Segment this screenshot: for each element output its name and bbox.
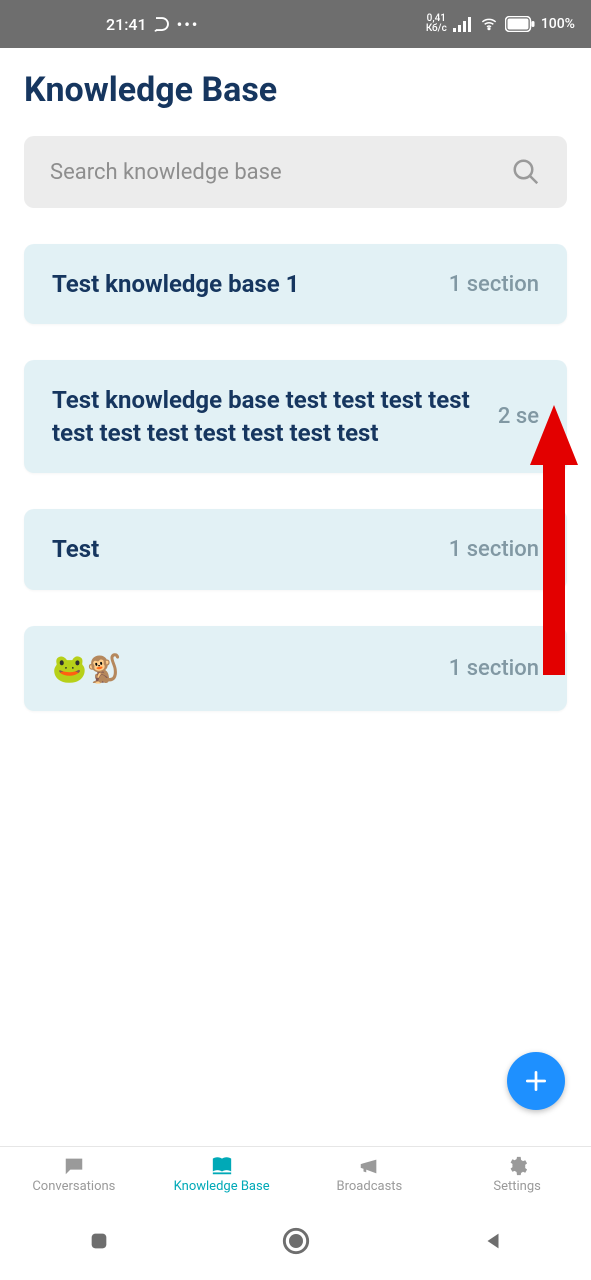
tab-conversations[interactable]: Conversations xyxy=(0,1147,148,1202)
chat-icon xyxy=(60,1155,88,1177)
kb-list: Test knowledge base 1 1 section Test kno… xyxy=(24,244,567,711)
d-icon xyxy=(153,15,171,33)
circle-icon xyxy=(282,1227,310,1255)
dots-icon: ••• xyxy=(177,15,200,34)
nav-back-button[interactable] xyxy=(479,1227,507,1255)
kb-item[interactable]: Test 1 section xyxy=(24,509,567,589)
tab-label: Broadcasts xyxy=(337,1179,403,1194)
status-time: 21:41 xyxy=(106,15,147,34)
page-title: Knowledge Base xyxy=(24,70,567,110)
status-right: 0,41 Кб/с 100% xyxy=(426,14,575,34)
battery-icon xyxy=(505,16,535,32)
kb-item[interactable]: Test knowledge base test test test test … xyxy=(24,360,567,473)
status-bar: 21:41 ••• 0,41 Кб/с 100% xyxy=(0,0,591,48)
tab-label: Knowledge Base xyxy=(174,1179,270,1194)
square-icon xyxy=(88,1230,110,1252)
kb-title: 🐸🐒 xyxy=(52,650,435,688)
kb-count: 1 section xyxy=(449,656,539,681)
search-input[interactable]: Search knowledge base xyxy=(24,136,567,208)
plus-icon xyxy=(523,1068,549,1094)
book-icon xyxy=(208,1155,236,1177)
content: Knowledge Base Search knowledge base Tes… xyxy=(0,48,591,711)
nav-recent-button[interactable] xyxy=(85,1227,113,1255)
nav-home-button[interactable] xyxy=(282,1227,310,1255)
status-left: 21:41 ••• xyxy=(106,15,199,34)
triangle-back-icon xyxy=(482,1230,504,1252)
megaphone-icon xyxy=(355,1155,383,1177)
battery-percent: 100% xyxy=(541,16,575,32)
system-nav-bar xyxy=(0,1202,591,1280)
tab-label: Conversations xyxy=(32,1179,115,1194)
kb-title: Test knowledge base 1 xyxy=(52,268,435,300)
search-placeholder: Search knowledge base xyxy=(50,160,511,185)
wifi-icon xyxy=(479,16,499,32)
kb-item[interactable]: 🐸🐒 1 section xyxy=(24,626,567,712)
tab-settings[interactable]: Settings xyxy=(443,1147,591,1202)
kb-count: 2 se xyxy=(498,404,539,429)
tab-broadcasts[interactable]: Broadcasts xyxy=(296,1147,444,1202)
signal-icon xyxy=(453,16,473,32)
tab-label: Settings xyxy=(493,1179,540,1194)
status-kbps: 0,41 Кб/с xyxy=(426,14,447,34)
kbps-unit: Кб/с xyxy=(426,24,447,34)
add-button[interactable] xyxy=(507,1052,565,1110)
gear-icon xyxy=(503,1155,531,1177)
kb-count: 1 section xyxy=(449,537,539,562)
kb-count: 1 section xyxy=(449,272,539,297)
kb-item[interactable]: Test knowledge base 1 1 section xyxy=(24,244,567,324)
kb-title: Test xyxy=(52,533,435,565)
kb-title: Test knowledge base test test test test … xyxy=(52,384,484,449)
tab-bar: Conversations Knowledge Base Broadcasts … xyxy=(0,1146,591,1202)
search-icon xyxy=(511,157,541,187)
tab-knowledge-base[interactable]: Knowledge Base xyxy=(148,1147,296,1202)
